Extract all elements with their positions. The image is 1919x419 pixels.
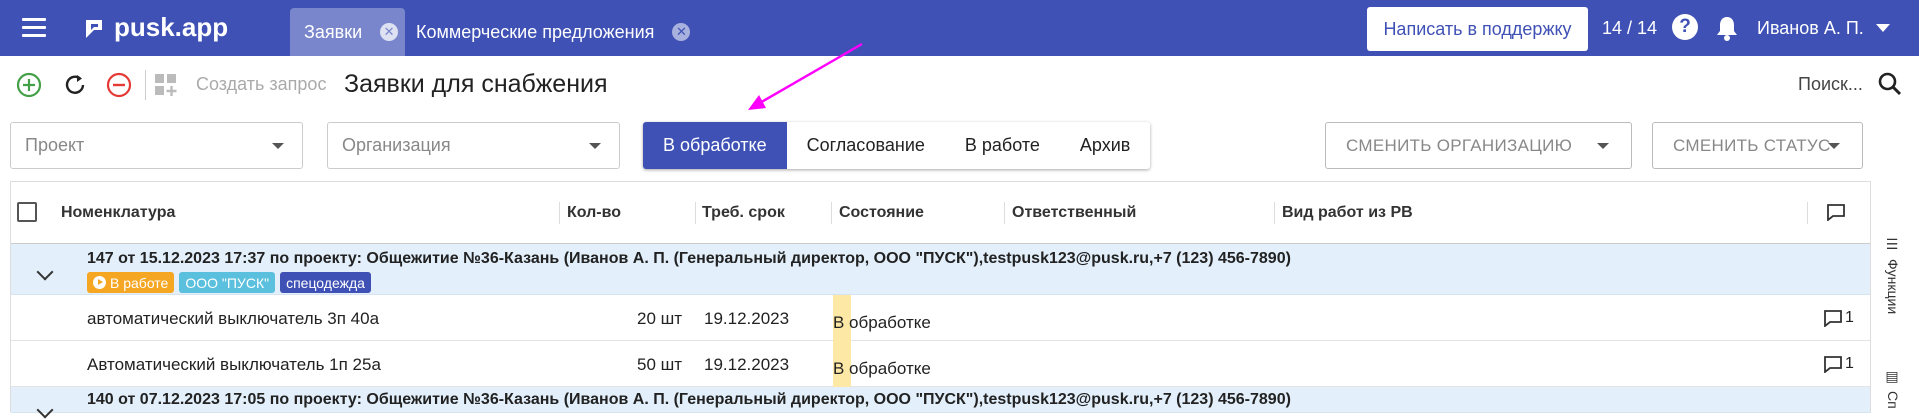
chevron-down-icon[interactable]: [1876, 24, 1890, 32]
request-badges: В работе ООО "ПУСК" спецодежда: [87, 272, 371, 293]
item-name: Автоматический выключатель 1п 25а: [87, 355, 381, 374]
select-all-checkbox[interactable]: [17, 202, 37, 222]
request-group-140[interactable]: 140 от 07.12.2023 17:05 по проекту: Обще…: [11, 387, 1871, 419]
chevron-down-icon: [1828, 143, 1840, 149]
table-header: Номенклатура Кол-во Треб. срок Состояние…: [11, 182, 1871, 244]
table-row[interactable]: Автоматический выключатель 1п 25а 50 шт …: [11, 341, 1871, 387]
tab-commercial-offers[interactable]: Коммерческие предложения ✕: [416, 8, 691, 56]
side-panel: ☰ Функции ▤ Сп: [1870, 181, 1919, 412]
menu-icon[interactable]: [22, 18, 46, 38]
menu-lines-icon: ☰: [1885, 237, 1901, 253]
status-tab-in-work[interactable]: В работе: [944, 122, 1060, 169]
item-qty: 50 шт: [637, 355, 683, 374]
bell-icon[interactable]: [1714, 14, 1740, 42]
second-panel-toggle[interactable]: ▤ Сп: [1885, 369, 1901, 409]
comment-icon: [1824, 310, 1842, 327]
refresh-icon[interactable]: [62, 72, 88, 98]
column-divider[interactable]: [1274, 202, 1275, 224]
column-header[interactable]: Кол-во: [567, 204, 621, 222]
change-organization-label: СМЕНИТЬ ОРГАНИЗАЦИЮ: [1346, 135, 1573, 155]
comments-count: 1: [1845, 309, 1854, 326]
chevron-down-icon: [589, 143, 601, 149]
logo-text: pusk.app: [114, 12, 229, 42]
second-panel-label: Сп: [1885, 391, 1901, 409]
column-header[interactable]: Номенклатура: [61, 204, 175, 222]
status-tab-approval[interactable]: Согласование: [786, 122, 945, 169]
item-state-label: В обработке: [833, 359, 931, 378]
help-icon[interactable]: ?: [1672, 14, 1698, 40]
comment-icon: [1824, 356, 1842, 373]
item-state-label: В обработке: [833, 313, 931, 332]
project-placeholder: Проект: [25, 135, 85, 155]
request-group-147[interactable]: 147 от 15.12.2023 17:37 по проекту: Обще…: [11, 244, 1871, 295]
comments-count: 1: [1845, 355, 1854, 372]
change-status-label: СМЕНИТЬ СТАТУС: [1673, 135, 1831, 155]
organization-select[interactable]: Организация: [327, 122, 620, 169]
column-header[interactable]: Треб. срок: [702, 204, 785, 222]
logo-icon: [86, 19, 102, 38]
chevron-down-icon[interactable]: [36, 401, 54, 419]
grid-add-icon[interactable]: [153, 72, 179, 98]
change-status-button[interactable]: СМЕНИТЬ СТАТУС: [1652, 122, 1863, 169]
toolbar-divider: [145, 70, 146, 100]
item-name: автоматический выключатель 3п 40а: [87, 309, 380, 328]
create-request-button[interactable]: Создать запрос: [196, 74, 326, 95]
comment-icon: [1827, 204, 1845, 221]
organization-placeholder: Организация: [342, 135, 451, 155]
remove-icon[interactable]: [106, 72, 132, 98]
status-tab-processing[interactable]: В обработке: [643, 122, 787, 169]
top-bar: pusk.app Заявки ✕ Коммерческие предложен…: [0, 0, 1919, 56]
tab-label: Заявки: [304, 21, 363, 42]
column-header[interactable]: Ответственный: [1012, 204, 1136, 222]
column-divider[interactable]: [1004, 202, 1005, 224]
category-badge: спецодежда: [280, 272, 371, 293]
item-date: 19.12.2023: [704, 309, 790, 328]
change-organization-button[interactable]: СМЕНИТЬ ОРГАНИЗАЦИЮ: [1325, 122, 1632, 169]
search-input[interactable]: Поиск...: [1798, 74, 1863, 95]
counter: 14 / 14: [1602, 18, 1658, 38]
request-title: 140 от 07.12.2023 17:05 по проекту: Обще…: [87, 391, 1291, 408]
request-title: 147 от 15.12.2023 17:37 по проекту: Обще…: [87, 250, 1291, 267]
status-tabs: В обработке Согласование В работе Архив: [643, 122, 1151, 169]
close-icon[interactable]: ✕: [380, 23, 399, 41]
column-divider[interactable]: [695, 202, 696, 224]
item-qty: 20 шт: [637, 309, 683, 328]
page-title: Заявки для снабжения: [344, 70, 608, 98]
table-icon: ▤: [1885, 369, 1901, 385]
item-state: В обработке: [833, 341, 931, 387]
status-badge: В работе: [87, 272, 175, 293]
close-icon[interactable]: ✕: [672, 23, 691, 41]
organization-badge: ООО "ПУСК": [179, 272, 276, 293]
user-name[interactable]: Иванов А. П.: [1757, 18, 1864, 39]
project-select[interactable]: Проект: [10, 122, 303, 169]
column-divider[interactable]: [559, 202, 560, 224]
status-tab-archive[interactable]: Архив: [1059, 122, 1151, 169]
add-icon[interactable]: [16, 72, 42, 98]
tab-label: Коммерческие предложения: [416, 21, 655, 42]
chevron-down-icon: [272, 143, 284, 149]
item-state: В обработке: [833, 295, 931, 341]
item-date: 19.12.2023: [704, 355, 790, 374]
column-header[interactable]: Состояние: [839, 204, 924, 222]
column-divider[interactable]: [1807, 202, 1808, 224]
search-icon[interactable]: [1877, 71, 1903, 97]
comments-button[interactable]: 1: [1823, 355, 1854, 373]
logo[interactable]: pusk.app: [82, 12, 228, 43]
chevron-down-icon: [1597, 143, 1609, 149]
table-row[interactable]: автоматический выключатель 3п 40а 20 шт …: [11, 295, 1871, 341]
tab-requests[interactable]: Заявки ✕: [290, 8, 405, 56]
comments-button[interactable]: 1: [1823, 309, 1854, 327]
column-header[interactable]: Вид работ из РВ: [1282, 204, 1413, 222]
status-badge-label: В работе: [110, 274, 169, 291]
functions-panel-toggle[interactable]: ☰ Функции: [1885, 237, 1901, 314]
play-icon: [93, 276, 106, 289]
support-button[interactable]: Написать в поддержку: [1367, 7, 1588, 51]
column-divider[interactable]: [831, 202, 832, 224]
functions-label: Функции: [1885, 259, 1901, 315]
requests-table: Номенклатура Кол-во Треб. срок Состояние…: [10, 181, 1871, 419]
chevron-down-icon[interactable]: [36, 263, 54, 281]
